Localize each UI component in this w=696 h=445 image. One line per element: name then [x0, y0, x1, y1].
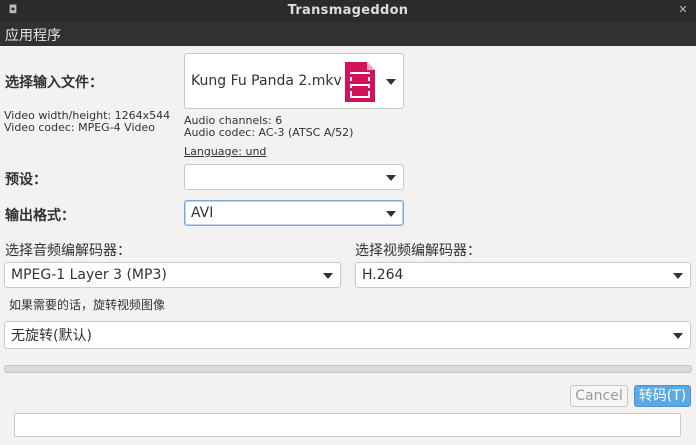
close-icon[interactable]: ✕ — [676, 3, 690, 17]
video-file-icon — [345, 62, 375, 102]
video-codec-value: H.264 — [362, 267, 404, 283]
chevron-down-icon — [386, 175, 396, 181]
convert-button[interactable]: 转码(T) — [634, 385, 691, 407]
input-file-name: Kung Fu Panda 2.mkv — [191, 73, 342, 89]
chevron-down-icon — [386, 79, 396, 85]
audio-codec-label: 选择音频编解码器： — [5, 243, 131, 259]
progress-bar — [4, 365, 692, 373]
output-format-dropdown[interactable]: AVI — [184, 200, 404, 226]
output-format-value: AVI — [191, 205, 214, 221]
video-codec-info: Video codec: MPEG-4 Video — [4, 121, 155, 134]
chevron-down-icon — [673, 333, 683, 339]
chevron-down-icon — [673, 273, 683, 279]
audio-codec-dropdown[interactable]: MPEG-1 Layer 3 (MP3) — [4, 262, 341, 288]
menu-bar: 应用程序 — [0, 22, 696, 46]
chevron-down-icon — [386, 211, 396, 217]
rotation-value: 无旋转(默认) — [11, 328, 92, 344]
rotation-dropdown[interactable]: 无旋转(默认) — [4, 321, 691, 349]
video-codec-label: 选择视频编解码器： — [355, 243, 481, 259]
language-info: Language: und — [184, 145, 267, 158]
cancel-button[interactable]: Cancel — [570, 385, 628, 407]
chevron-down-icon — [323, 273, 333, 279]
input-file-chooser[interactable]: Kung Fu Panda 2.mkv — [184, 53, 404, 109]
audio-codec-value: MPEG-1 Layer 3 (MP3) — [11, 267, 167, 283]
video-codec-dropdown[interactable]: H.264 — [355, 262, 691, 288]
title-bar: ◘ Transmageddon ✕ — [0, 0, 696, 22]
rotation-label: 如果需要的话，旋转视频图像 — [9, 298, 166, 312]
window-title: Transmageddon — [287, 3, 409, 18]
preset-dropdown[interactable] — [184, 164, 404, 190]
preset-label: 预设： — [5, 172, 47, 188]
status-field — [14, 413, 681, 437]
menu-app[interactable]: 应用程序 — [5, 25, 61, 45]
output-format-label: 输出格式： — [5, 208, 75, 224]
audio-codec-info: Audio codec: AC-3 (ATSC A/52) — [184, 126, 354, 139]
input-file-label: 选择输入文件： — [5, 75, 103, 91]
